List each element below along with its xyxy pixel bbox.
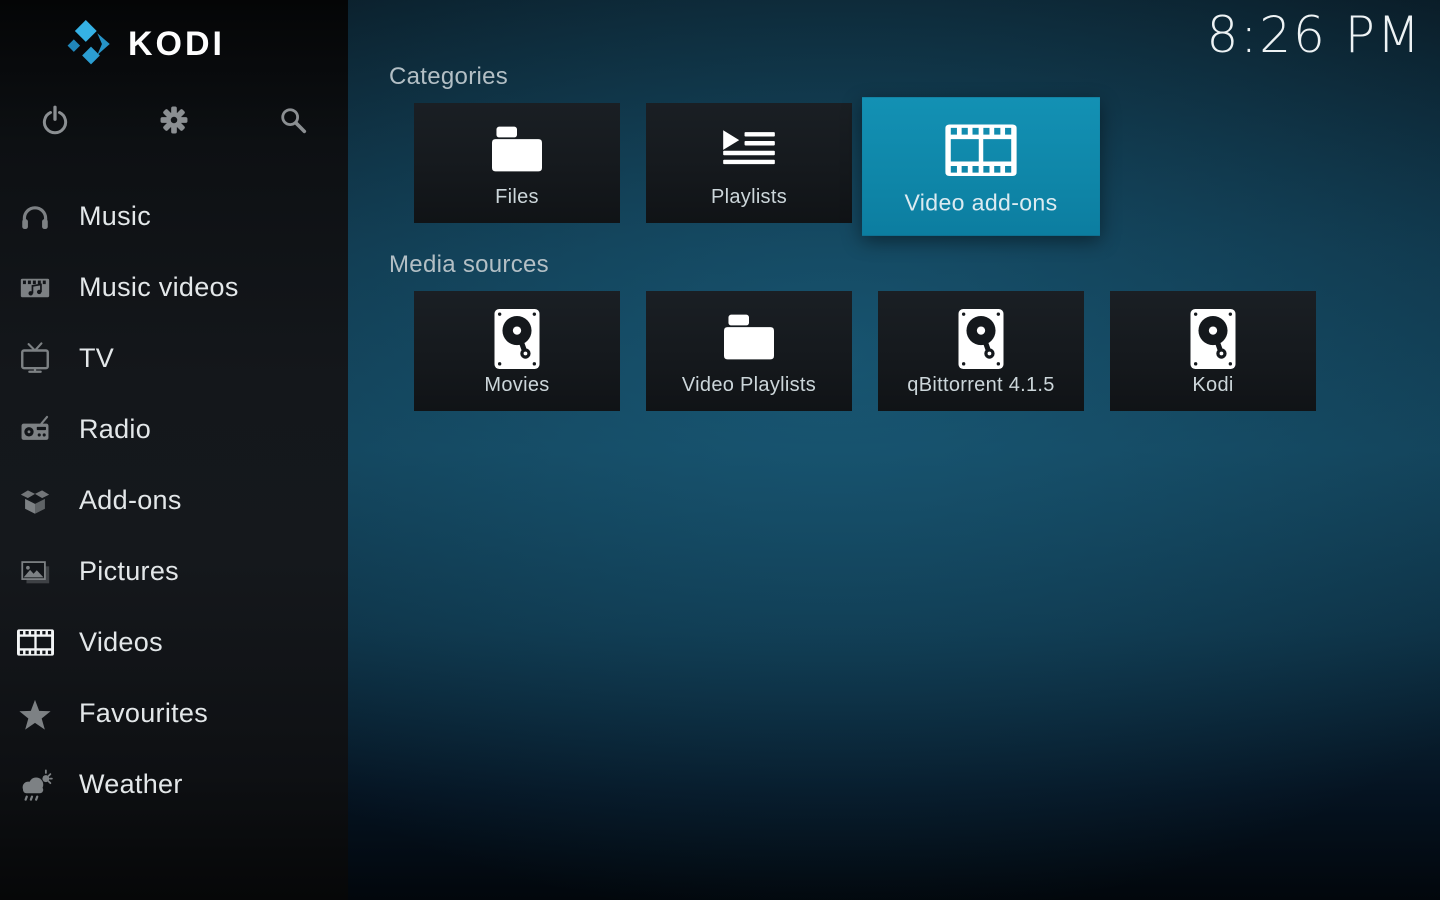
kodi-logo-icon — [66, 19, 116, 69]
sidebar-item-label: Favourites — [79, 698, 208, 729]
section-title: Media sources — [389, 250, 1440, 280]
sidebar-item-radio[interactable]: Radio — [0, 394, 348, 465]
sidebar-item-label: Add-ons — [79, 485, 182, 516]
tile-video-playlists[interactable]: Video Playlists — [646, 291, 852, 411]
sidebar-item-label: Pictures — [79, 556, 179, 587]
weather-icon — [17, 767, 53, 803]
folder-icon — [720, 312, 778, 362]
search-button[interactable] — [276, 103, 310, 137]
content: Categories Files Playlists Video add-ons… — [348, 0, 1440, 411]
app-logo: KODI — [66, 18, 225, 70]
sidebar-item-label: Videos — [79, 627, 163, 658]
tile-label: Playlists — [646, 186, 852, 209]
tile-label: Movies — [414, 374, 620, 397]
sidebar-item-videos[interactable]: Videos — [0, 607, 348, 678]
tile-movies[interactable]: Movies — [414, 291, 620, 411]
sidebar-item-label: Weather — [79, 769, 183, 800]
section-title: Categories — [389, 62, 1440, 92]
sidebar-item-add-ons[interactable]: Add-ons — [0, 465, 348, 536]
section-media-sources: Media sources Movies Video Playlists qBi… — [348, 250, 1440, 411]
app-title: KODI — [128, 25, 225, 64]
tile-playlists[interactable]: Playlists — [646, 103, 852, 223]
tile-kodi[interactable]: Kodi — [1110, 291, 1316, 411]
sidebar-item-label: Music — [79, 201, 151, 232]
sidebar-item-music-videos[interactable]: Music videos — [0, 252, 348, 323]
tile-row: Movies Video Playlists qBittorrent 4.1.5… — [414, 291, 1440, 411]
tile-label: Video Playlists — [646, 374, 852, 397]
tile-label: Video add-ons — [862, 191, 1100, 218]
sidebar-item-tv[interactable]: TV — [0, 323, 348, 394]
radio-icon — [18, 413, 52, 447]
sidebar-item-label: TV — [79, 343, 114, 374]
tile-video-add-ons[interactable]: Video add-ons — [862, 97, 1100, 236]
tile-files[interactable]: Files — [414, 103, 620, 223]
sidebar-item-weather[interactable]: Weather — [0, 749, 348, 820]
settings-button[interactable] — [157, 103, 191, 137]
section-categories: Categories Files Playlists Video add-ons — [348, 62, 1440, 223]
music-icon — [18, 200, 52, 234]
sidebar-menu: Music Music videos TV Radio Add-ons Pict… — [0, 181, 348, 820]
videos-icon — [17, 629, 54, 656]
sidebar-item-pictures[interactable]: Pictures — [0, 536, 348, 607]
filmstrip-icon — [945, 124, 1017, 176]
search-icon — [276, 103, 310, 137]
gear-icon — [157, 103, 191, 137]
tv-icon — [18, 342, 52, 376]
sidebar-item-music[interactable]: Music — [0, 181, 348, 252]
sidebar-item-label: Radio — [79, 414, 151, 445]
playlist-icon — [721, 129, 778, 169]
tile-qbittorrent-4-1-5[interactable]: qBittorrent 4.1.5 — [878, 291, 1084, 411]
tile-label: qBittorrent 4.1.5 — [878, 374, 1084, 397]
tile-label: Kodi — [1110, 374, 1316, 397]
power-button[interactable] — [38, 103, 72, 137]
harddisk-icon — [959, 309, 1004, 369]
sidebar-item-label: Music videos — [79, 272, 239, 303]
power-icon — [38, 103, 72, 137]
folder-icon — [488, 124, 546, 174]
pictures-icon — [18, 555, 52, 589]
sidebar-item-favourites[interactable]: Favourites — [0, 678, 348, 749]
harddisk-icon — [1191, 309, 1236, 369]
music-videos-icon — [18, 271, 52, 305]
addons-icon — [18, 484, 52, 518]
harddisk-icon — [495, 309, 540, 369]
sidebar: KODI Music Music videos TV Radio Add-ons — [0, 0, 348, 900]
sidebar-actions — [38, 103, 310, 137]
main-area: 8:26 PM Categories Files Playlists Video… — [348, 0, 1440, 900]
tile-row: Files Playlists Video add-ons — [414, 103, 1440, 223]
favourites-icon — [18, 697, 52, 731]
tile-label: Files — [414, 186, 620, 209]
